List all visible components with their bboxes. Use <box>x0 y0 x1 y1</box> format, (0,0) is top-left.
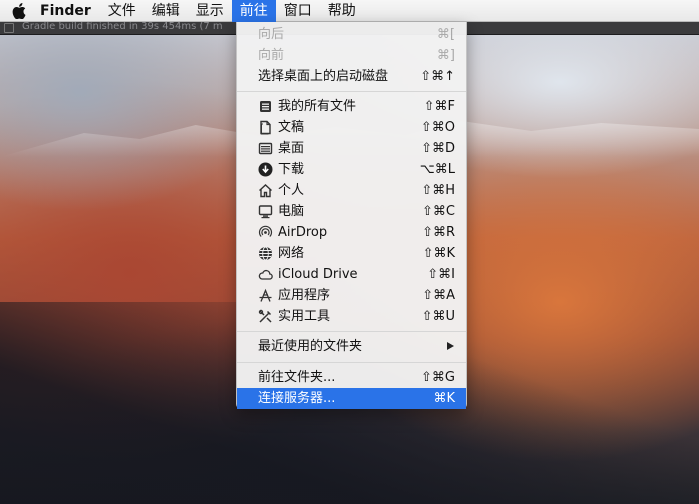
menu-item-shortcut: ⇧⌘↑ <box>420 69 455 84</box>
menu-item-shortcut: ⇧⌘O <box>420 120 455 135</box>
menu-item-label: 实用工具 <box>278 309 331 324</box>
menu-item-computer[interactable]: 电脑 ⇧⌘C <box>237 201 466 222</box>
menu-item-label: 个人 <box>278 183 305 198</box>
menu-item-documents[interactable]: 文稿 ⇧⌘O <box>237 117 466 138</box>
menu-view[interactable]: 显示 <box>188 0 232 22</box>
menu-item-shortcut: ⇧⌘G <box>421 370 455 385</box>
menu-separator <box>237 331 466 332</box>
menu-item-shortcut: ⇧⌘U <box>421 309 455 324</box>
menu-item-label: AirDrop <box>278 225 328 240</box>
background-window-title: Gradle build finished in 39s 454ms (7 m <box>22 21 223 32</box>
menu-file[interactable]: 文件 <box>100 0 144 22</box>
submenu-arrow-icon <box>447 342 454 350</box>
menu-item-all-files[interactable]: 我的所有文件 ⇧⌘F <box>237 96 466 117</box>
icloud-icon <box>258 269 273 280</box>
menu-item-label: 网络 <box>278 246 305 261</box>
menu-item-downloads[interactable]: 下载 ⌥⌘L <box>237 159 466 180</box>
menu-item-icloud-drive[interactable]: iCloud Drive ⇧⌘I <box>237 264 466 285</box>
menu-item-shortcut: ⇧⌘R <box>422 225 455 240</box>
menu-item-shortcut: ⌥⌘L <box>419 162 455 177</box>
go-menu-dropdown: 向后 ⌘[ 向前 ⌘] 选择桌面上的启动磁盘 ⇧⌘↑ 我的所有文件 ⇧⌘F 文稿… <box>236 22 467 409</box>
menu-item-desktop[interactable]: 桌面 ⇧⌘D <box>237 138 466 159</box>
menu-item-shortcut: ⌘] <box>436 48 455 63</box>
menu-item-shortcut: ⇧⌘I <box>427 267 455 282</box>
menu-window[interactable]: 窗口 <box>276 0 320 22</box>
menu-item-home[interactable]: 个人 ⇧⌘H <box>237 180 466 201</box>
computer-icon <box>258 205 273 219</box>
menu-item-label: 桌面 <box>278 141 305 156</box>
menu-item-label: 电脑 <box>278 204 305 219</box>
menu-item-label: 向前 <box>258 48 285 63</box>
airdrop-icon <box>258 225 273 237</box>
utilities-icon <box>258 309 272 323</box>
menu-item-airdrop[interactable]: AirDrop ⇧⌘R <box>237 222 466 243</box>
home-icon <box>259 184 272 198</box>
menu-item-label: 下载 <box>278 162 305 177</box>
menu-separator <box>237 91 466 92</box>
menu-item-back[interactable]: 向后 ⌘[ <box>237 24 466 45</box>
menu-item-shortcut: ⇧⌘H <box>421 183 455 198</box>
window-checkbox-icon <box>4 23 14 33</box>
menu-item-label: 我的所有文件 <box>278 99 357 114</box>
applications-icon <box>259 288 272 302</box>
all-files-icon <box>260 101 271 112</box>
menu-item-label: 向后 <box>258 27 285 42</box>
menu-item-utilities[interactable]: 实用工具 ⇧⌘U <box>237 306 466 327</box>
menu-item-shortcut: ⌘[ <box>436 27 455 42</box>
menu-item-recent-folders[interactable]: 最近使用的文件夹 <box>237 336 466 357</box>
menu-finder[interactable]: Finder <box>36 0 100 22</box>
menu-item-label: 选择桌面上的启动磁盘 <box>258 69 389 84</box>
menu-item-shortcut: ⌘K <box>433 391 455 406</box>
network-icon <box>259 246 272 261</box>
menu-item-forward[interactable]: 向前 ⌘] <box>237 45 466 66</box>
menu-item-label: 最近使用的文件夹 <box>258 339 363 354</box>
menu-item-startup-disk[interactable]: 选择桌面上的启动磁盘 ⇧⌘↑ <box>237 66 466 87</box>
menu-edit[interactable]: 编辑 <box>144 0 188 22</box>
apple-icon <box>12 2 26 19</box>
menu-separator <box>237 362 466 363</box>
menu-item-label: 应用程序 <box>278 288 331 303</box>
desktop-icon <box>258 142 273 155</box>
menu-item-network[interactable]: 网络 ⇧⌘K <box>237 243 466 264</box>
menu-item-shortcut: ⇧⌘C <box>422 204 455 219</box>
menu-go[interactable]: 前往 <box>231 0 276 22</box>
menu-item-label: 文稿 <box>278 120 305 135</box>
menu-bar: Finder 文件 编辑 显示 前往 窗口 帮助 <box>0 0 699 22</box>
apple-menu[interactable] <box>0 0 36 22</box>
menu-item-label: 连接服务器... <box>258 391 336 406</box>
downloads-icon <box>258 162 273 177</box>
menu-item-label: iCloud Drive <box>278 267 358 282</box>
menu-item-shortcut: ⇧⌘A <box>422 288 455 303</box>
menu-item-shortcut: ⇧⌘F <box>423 99 455 114</box>
menu-help[interactable]: 帮助 <box>320 0 364 22</box>
menu-item-shortcut: ⇧⌘K <box>422 246 455 261</box>
menu-item-go-to-folder[interactable]: 前往文件夹... ⇧⌘G <box>237 367 466 388</box>
menu-item-label: 前往文件夹... <box>258 370 336 385</box>
menu-item-connect-to-server[interactable]: 连接服务器... ⌘K <box>237 388 466 409</box>
menu-item-applications[interactable]: 应用程序 ⇧⌘A <box>237 285 466 306</box>
documents-icon <box>260 120 271 135</box>
menu-item-shortcut: ⇧⌘D <box>421 141 455 156</box>
